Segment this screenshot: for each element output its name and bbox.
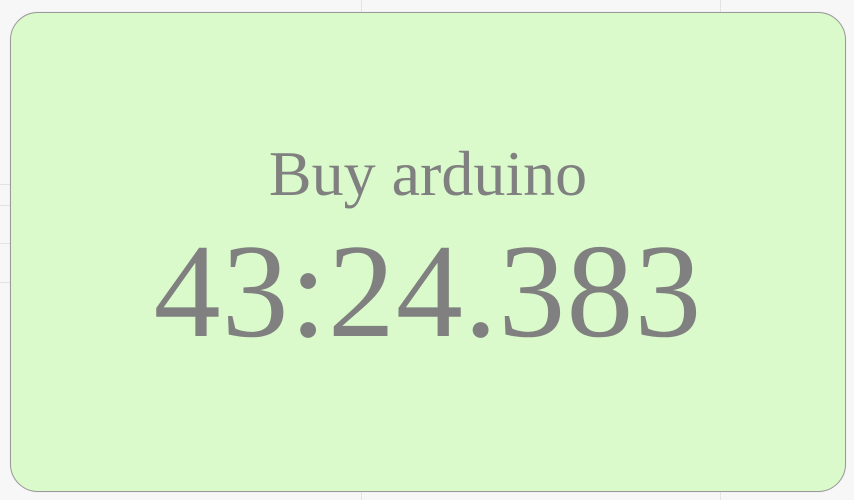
elapsed-time-display: 43:24.383 bbox=[153, 217, 703, 365]
timer-card[interactable]: Buy arduino 43:24.383 bbox=[10, 12, 846, 492]
task-name: Buy arduino bbox=[268, 138, 588, 209]
